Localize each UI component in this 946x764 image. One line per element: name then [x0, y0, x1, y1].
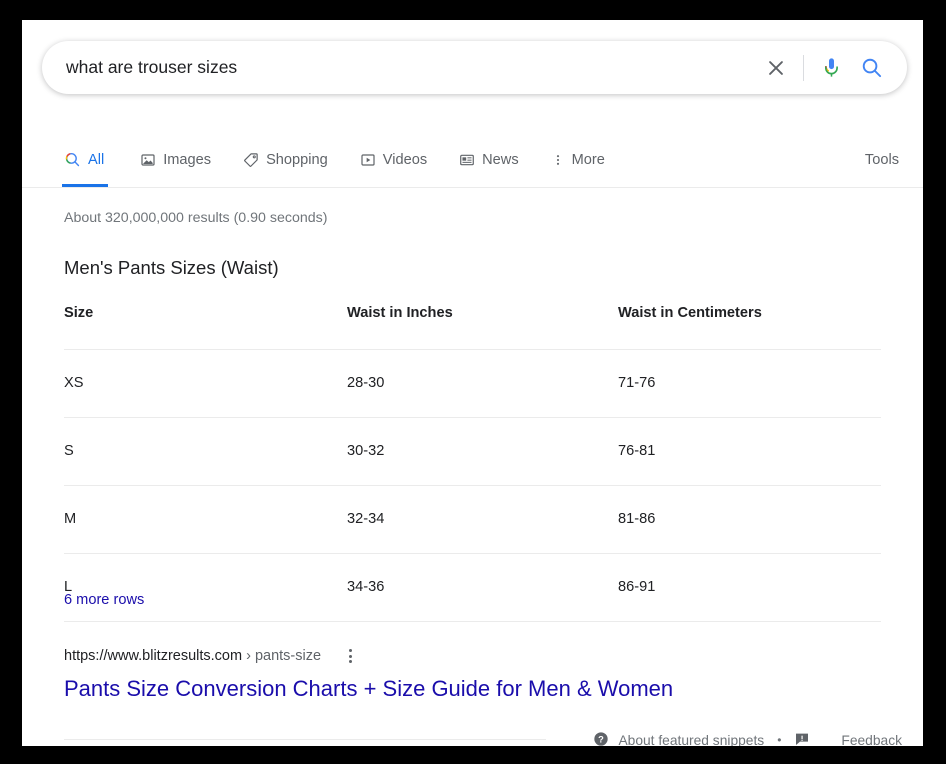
cell-waist-inches: 28-30 [347, 349, 618, 418]
search-submit-button[interactable] [851, 48, 891, 88]
cell-waist-centimeters: 71-76 [618, 349, 881, 418]
tab-shopping[interactable]: Shopping [243, 132, 342, 187]
cell-size: M [64, 485, 347, 554]
about-featured-snippets-label: About featured snippets [618, 732, 765, 747]
clear-search-button[interactable] [756, 48, 796, 88]
results-count: About 320,000,000 results (0.90 seconds) [64, 210, 328, 226]
search-icon [64, 151, 81, 168]
footer-divider [64, 739, 546, 740]
result-source-row: https://www.blitzresults.com › pants-siz… [64, 645, 358, 667]
voice-search-button[interactable] [811, 48, 851, 88]
result-options-kebab-icon[interactable] [343, 645, 358, 667]
kebab-dot [349, 649, 353, 652]
tab-videos[interactable]: Videos [360, 132, 441, 187]
cell-size: XS [64, 349, 347, 418]
column-header-size: Size [64, 305, 347, 350]
newspaper-icon [459, 152, 475, 168]
footer-separator: • [777, 733, 782, 746]
tab-all[interactable]: All [61, 132, 118, 187]
feedback-label: Feedback [841, 732, 902, 747]
search-nav-bar: All Images Shopping Videos News More Too… [22, 132, 923, 188]
tab-images-label: Images [163, 151, 212, 168]
feedback-icon [794, 731, 810, 747]
cell-waist-centimeters: 86-91 [618, 553, 881, 622]
more-rows-link[interactable]: 6 more rows [64, 592, 144, 608]
help-circle-icon: ? [593, 731, 609, 747]
tab-all-label: All [88, 151, 105, 168]
tab-news-label: News [482, 151, 519, 168]
table-row: L 34-36 86-91 [64, 553, 881, 622]
cell-waist-inches: 34-36 [347, 553, 618, 622]
featured-snippet-title: Men's Pants Sizes (Waist) [64, 257, 279, 278]
search-box[interactable] [42, 41, 907, 94]
result-title-link[interactable]: Pants Size Conversion Charts + Size Guid… [64, 674, 673, 704]
cell-waist-inches: 32-34 [347, 485, 618, 554]
tab-more-label: More [571, 151, 605, 168]
tools-button[interactable]: Tools [865, 132, 899, 187]
sizes-table: Size Waist in Inches Waist in Centimeter… [64, 305, 881, 622]
snippet-footer: ? About featured snippets • Feedback [22, 720, 923, 746]
feedback-link[interactable]: Feedback [794, 731, 902, 747]
tag-icon [243, 152, 259, 168]
table-header-row: Size Waist in Inches Waist in Centimeter… [64, 305, 881, 350]
table-row: S 30-32 76-81 [64, 417, 881, 486]
column-header-waist-inches: Waist in Inches [347, 305, 618, 350]
tab-news[interactable]: News [459, 132, 533, 187]
tab-images[interactable]: Images [140, 132, 225, 187]
tab-shopping-label: Shopping [266, 151, 328, 168]
search-divider [803, 54, 804, 81]
cell-waist-centimeters: 81-86 [618, 485, 881, 554]
image-icon [140, 152, 156, 168]
more-vertical-icon [551, 152, 565, 168]
result-url-domain: https://www.blitzresults.com [64, 648, 243, 664]
search-actions [756, 41, 891, 94]
cell-size: L [64, 553, 347, 622]
table-row: XS 28-30 71-76 [64, 349, 881, 418]
browser-content-area: All Images [22, 20, 923, 746]
column-header-waist-centimeters: Waist in Centimeters [618, 305, 881, 350]
kebab-dot [349, 654, 353, 658]
result-url-path: › pants-size [242, 648, 322, 664]
search-input[interactable] [66, 52, 726, 83]
search-bar [42, 41, 907, 94]
footer-links: ? About featured snippets • Feedback [593, 720, 902, 746]
table-row: M 32-34 81-86 [64, 485, 881, 554]
nav-tabs: All Images Shopping Videos News More [61, 132, 637, 187]
cell-waist-centimeters: 76-81 [618, 417, 881, 486]
svg-text:?: ? [599, 734, 605, 744]
kebab-dot [349, 660, 353, 663]
tools-label: Tools [864, 151, 899, 168]
cell-size: S [64, 417, 347, 486]
sizes-table-container: Size Waist in Inches Waist in Centimeter… [64, 305, 881, 622]
video-icon [360, 152, 376, 168]
result-url[interactable]: https://www.blitzresults.com › pants-siz… [64, 648, 321, 664]
about-featured-snippets-link[interactable]: ? About featured snippets [593, 731, 765, 747]
cell-waist-inches: 30-32 [347, 417, 618, 486]
tab-videos-label: Videos [382, 151, 428, 168]
tab-more[interactable]: More [551, 132, 619, 187]
